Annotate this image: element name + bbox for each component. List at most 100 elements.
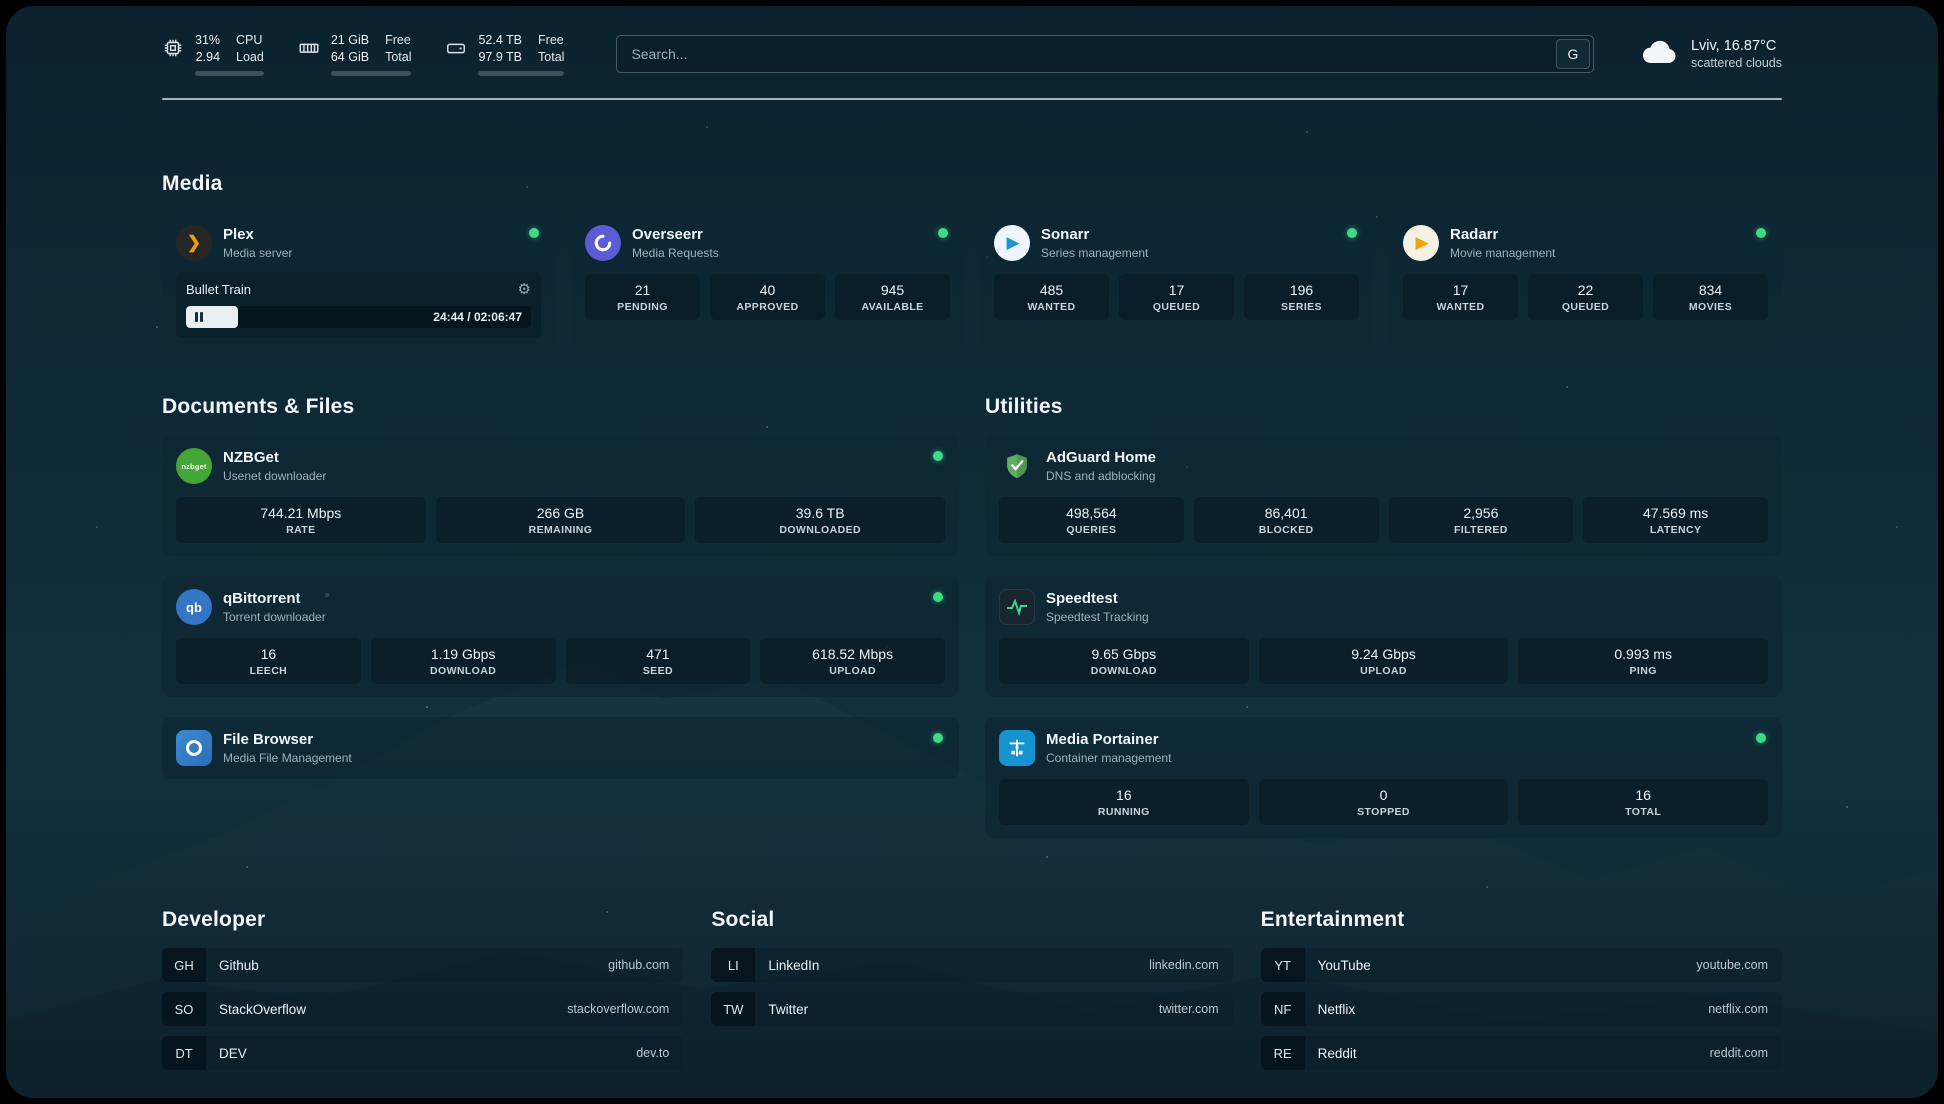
bookmark-group-developer: Developer GH Github github.com SO StackO… bbox=[162, 908, 683, 1080]
bookmark-netflix[interactable]: NF Netflix netflix.com bbox=[1261, 992, 1782, 1026]
filebrowser-icon bbox=[176, 730, 212, 766]
bookmark-abbr: NF bbox=[1261, 992, 1305, 1026]
gear-icon[interactable]: ⚙ bbox=[518, 280, 531, 298]
adguard-icon bbox=[999, 448, 1035, 484]
search-bar: G bbox=[616, 35, 1594, 73]
cloud-icon bbox=[1642, 39, 1678, 70]
qbittorrent-card[interactable]: qb qBittorrent Torrent downloader 16 LEE… bbox=[162, 576, 959, 697]
bookmark-twitter[interactable]: TW Twitter twitter.com bbox=[711, 992, 1232, 1026]
disk-label-top: Free bbox=[538, 32, 564, 49]
service-desc: Series management bbox=[1041, 246, 1148, 260]
service-name: File Browser bbox=[223, 731, 352, 748]
status-dot bbox=[933, 592, 943, 602]
status-dot bbox=[1756, 733, 1766, 743]
filebrowser-card[interactable]: File Browser Media File Management bbox=[162, 717, 959, 779]
service-desc: Movie management bbox=[1450, 246, 1555, 260]
ram-icon bbox=[298, 37, 320, 64]
status-dot bbox=[529, 228, 539, 238]
service-desc: Speedtest Tracking bbox=[1046, 610, 1149, 624]
utilities-column: Utilities bbox=[985, 395, 1782, 838]
radarr-icon: ▶ bbox=[1403, 225, 1439, 261]
service-desc: Media File Management bbox=[223, 751, 352, 765]
playback-progress[interactable]: 24:44 / 02:06:47 bbox=[186, 306, 531, 328]
stat-box: 266 GB REMAINING bbox=[436, 497, 686, 543]
service-name: Speedtest bbox=[1046, 590, 1149, 607]
bookmark-url: linkedin.com bbox=[1149, 958, 1232, 972]
stat-box: 16 TOTAL bbox=[1518, 779, 1768, 825]
disk-icon bbox=[445, 37, 467, 64]
stat-box: 945 AVAILABLE bbox=[835, 274, 950, 320]
header-divider bbox=[162, 98, 1782, 100]
bookmark-name: StackOverflow bbox=[206, 1002, 306, 1017]
stat-box: 9.65 Gbps DOWNLOAD bbox=[999, 638, 1249, 684]
disk-label-bottom: Total bbox=[538, 49, 564, 66]
stat-box: 86,401 BLOCKED bbox=[1194, 497, 1379, 543]
overseerr-card[interactable]: Overseerr Media Requests 21 PENDING 40 A… bbox=[571, 212, 964, 351]
bookmark-name: Github bbox=[206, 958, 259, 973]
documents-column: Documents & Files nzbget NZBGet Usenet d… bbox=[162, 395, 959, 838]
status-dot bbox=[1347, 228, 1357, 238]
stat-box: 9.24 Gbps UPLOAD bbox=[1259, 638, 1509, 684]
disk-free: 52.4 TB bbox=[478, 32, 522, 49]
stat-box: 39.6 TB DOWNLOADED bbox=[695, 497, 945, 543]
memory-free: 21 GiB bbox=[331, 32, 369, 49]
media-grid: ❯ Plex Media server Bullet Train ⚙ 24:44 bbox=[162, 212, 1782, 351]
bookmark-abbr: SO bbox=[162, 992, 206, 1026]
speedtest-card[interactable]: Speedtest Speedtest Tracking 9.65 Gbps D… bbox=[985, 576, 1782, 697]
bookmark-name: LinkedIn bbox=[755, 958, 819, 973]
stat-box: 16 RUNNING bbox=[999, 779, 1249, 825]
bookmark-url: youtube.com bbox=[1696, 958, 1782, 972]
bookmark-name: Reddit bbox=[1305, 1046, 1357, 1061]
snow-specks bbox=[6, 6, 8, 8]
playback-time: 24:44 / 02:06:47 bbox=[433, 310, 531, 324]
memory-total: 64 GiB bbox=[331, 49, 369, 66]
service-desc: Torrent downloader bbox=[223, 610, 326, 624]
bookmark-name: DEV bbox=[206, 1046, 247, 1061]
radarr-card[interactable]: ▶ Radarr Movie management 17 WANTED 22 Q… bbox=[1389, 212, 1782, 351]
service-desc: Usenet downloader bbox=[223, 469, 326, 483]
cpu-percent: 31% bbox=[195, 32, 220, 49]
bookmark-group-social: Social LI LinkedIn linkedin.com TW Twitt… bbox=[711, 908, 1232, 1080]
sonarr-icon: ▶ bbox=[994, 225, 1030, 261]
status-dot bbox=[933, 733, 943, 743]
plex-card[interactable]: ❯ Plex Media server Bullet Train ⚙ 24:44 bbox=[162, 212, 555, 351]
stat-box: 2,956 FILTERED bbox=[1389, 497, 1574, 543]
section-title-social: Social bbox=[711, 908, 1232, 932]
search-engine-button[interactable]: G bbox=[1556, 39, 1590, 69]
weather-location: Lviv, 16.87°C bbox=[1691, 38, 1782, 54]
service-name: NZBGet bbox=[223, 449, 326, 466]
stat-box: 618.52 Mbps UPLOAD bbox=[760, 638, 945, 684]
stat-box: 498,564 QUERIES bbox=[999, 497, 1184, 543]
portainer-icon bbox=[999, 730, 1035, 766]
bookmark-reddit[interactable]: RE Reddit reddit.com bbox=[1261, 1036, 1782, 1070]
memory-widget: 21 GiB Free 64 GiB Total bbox=[298, 32, 412, 76]
search-input[interactable] bbox=[616, 35, 1594, 73]
bookmark-youtube[interactable]: YT YouTube youtube.com bbox=[1261, 948, 1782, 982]
adguard-card[interactable]: AdGuard Home DNS and adblocking 498,564 … bbox=[985, 435, 1782, 556]
stat-box: 17 WANTED bbox=[1403, 274, 1518, 320]
top-bar: 31% CPU 2.94 Load 21 GiB bbox=[162, 32, 1782, 76]
dashboard-page: 31% CPU 2.94 Load 21 GiB bbox=[0, 0, 1944, 1104]
stat-box: 0 STOPPED bbox=[1259, 779, 1509, 825]
bookmark-github[interactable]: GH Github github.com bbox=[162, 948, 683, 982]
bookmark-abbr: TW bbox=[711, 992, 755, 1026]
bookmark-abbr: LI bbox=[711, 948, 755, 982]
bookmark-linkedin[interactable]: LI LinkedIn linkedin.com bbox=[711, 948, 1232, 982]
service-name: Overseerr bbox=[632, 226, 719, 243]
service-name: Plex bbox=[223, 226, 292, 243]
bookmark-abbr: GH bbox=[162, 948, 206, 982]
disk-widget: 52.4 TB Free 97.9 TB Total bbox=[445, 32, 564, 76]
qbittorrent-icon: qb bbox=[176, 589, 212, 625]
bookmark-url: twitter.com bbox=[1159, 1002, 1233, 1016]
bookmark-stackoverflow[interactable]: SO StackOverflow stackoverflow.com bbox=[162, 992, 683, 1026]
bookmark-abbr: RE bbox=[1261, 1036, 1305, 1070]
stat-box: 744.21 Mbps RATE bbox=[176, 497, 426, 543]
wallpaper: 31% CPU 2.94 Load 21 GiB bbox=[6, 6, 1938, 1098]
nzbget-card[interactable]: nzbget NZBGet Usenet downloader 744.21 M… bbox=[162, 435, 959, 556]
portainer-card[interactable]: Media Portainer Container management 16 … bbox=[985, 717, 1782, 838]
bookmark-url: netflix.com bbox=[1708, 1002, 1782, 1016]
pause-button[interactable] bbox=[195, 312, 203, 322]
bookmark-dev[interactable]: DT DEV dev.to bbox=[162, 1036, 683, 1070]
cpu-label-bottom: Load bbox=[236, 49, 264, 66]
sonarr-card[interactable]: ▶ Sonarr Series management 485 WANTED 17… bbox=[980, 212, 1373, 351]
